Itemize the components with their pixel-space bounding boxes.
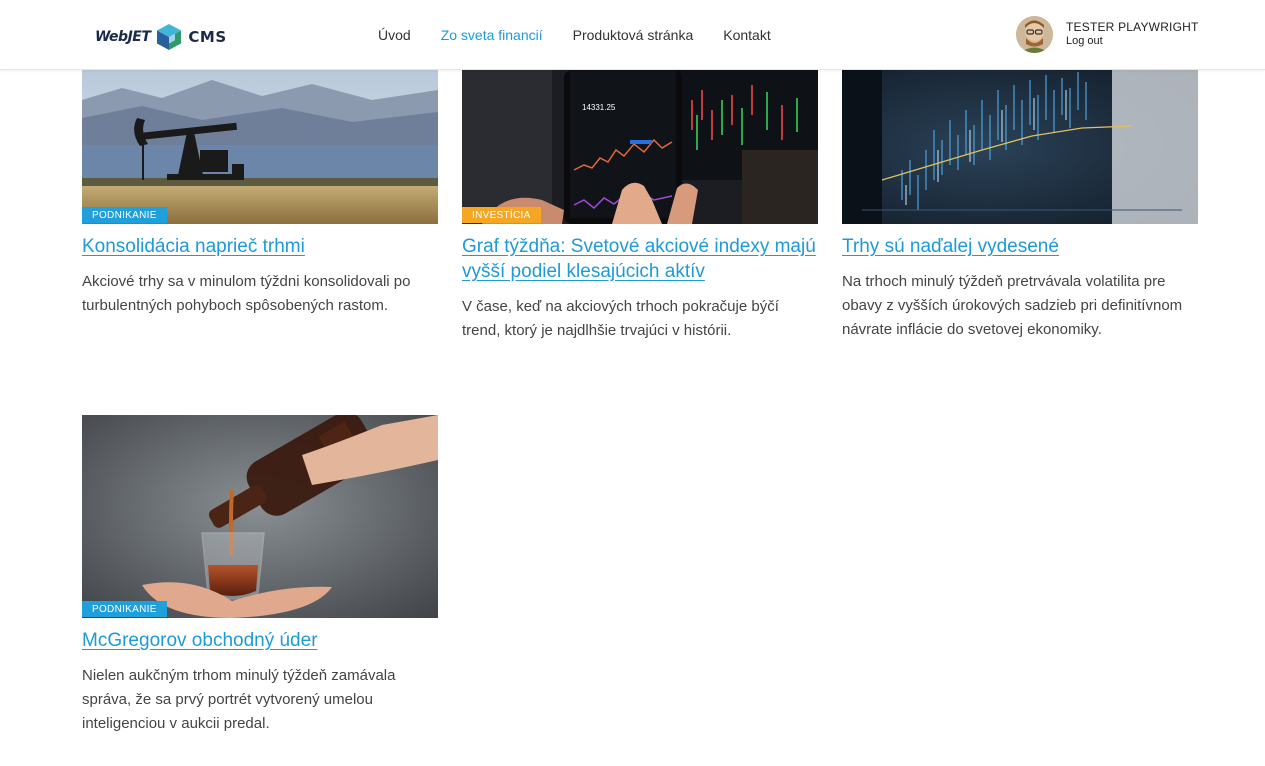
avatar[interactable] [1016, 16, 1053, 53]
nav-item-kontakt[interactable]: Kontakt [723, 26, 770, 44]
article-card: Trhy sú naďalej vydesené Na trhoch minul… [842, 70, 1198, 342]
site-logo[interactable]: WebJET CMS [95, 22, 227, 52]
article-title-link[interactable]: Trhy sú naďalej vydesené [842, 236, 1059, 257]
article-image-phone-chart[interactable]: 14331.25 INVESTÍCIA [462, 70, 818, 224]
article-image-whiskey[interactable]: PODNIKANIE [82, 415, 438, 618]
article-card: PODNIKANIE Konsolidácia naprieč trhmi Ak… [82, 70, 438, 318]
article-title: Graf týždňa: Svetové akciové indexy majú… [462, 234, 818, 284]
article-perex: V čase, keď na akciových trhoch pokračuj… [462, 298, 779, 339]
article-perex: Nielen aukčným trhom minulý týždeň zamáv… [82, 667, 396, 732]
nav-item-zo-sveta-financii[interactable]: Zo sveta financií [441, 26, 543, 44]
article-perex: Na trhoch minulý týždeň pretrvávala vola… [842, 273, 1183, 338]
article-title: Trhy sú naďalej vydesené [842, 234, 1198, 259]
logo-text-left: WebJET [95, 29, 151, 45]
user-name: TESTER PLAYWRIGHT [1066, 19, 1199, 34]
article-title-link[interactable]: McGregorov obchodný úder [82, 630, 318, 651]
category-badge: INVESTÍCIA [462, 207, 541, 223]
article-title-link[interactable]: Konsolidácia naprieč trhmi [82, 236, 305, 257]
article-title: McGregorov obchodný úder [82, 628, 438, 653]
article-title-link[interactable]: Graf týždňa: Svetové akciové indexy majú… [462, 236, 816, 282]
site-header: WebJET CMS Úvod Zo sveta financií Produk… [0, 0, 1265, 70]
article-card: PODNIKANIE McGregorov obchodný úder Niel… [82, 415, 438, 736]
logo-text-right: CMS [188, 28, 227, 46]
logout-link[interactable]: Log out [1066, 34, 1199, 49]
main-nav: Úvod Zo sveta financií Produktová stránk… [378, 26, 801, 44]
article-perex: Akciové trhy sa v minulom týždni konsoli… [82, 273, 411, 314]
user-panel: TESTER PLAYWRIGHT Log out [1016, 16, 1199, 53]
category-badge: PODNIKANIE [82, 601, 167, 617]
logo-cube-icon [157, 24, 182, 50]
article-image-candlestick[interactable] [842, 70, 1198, 224]
article-image-oil-pump[interactable]: PODNIKANIE [82, 70, 438, 224]
category-badge: PODNIKANIE [82, 207, 167, 223]
article-card: 14331.25 INVESTÍCIA Graf týždňa: Svetové… [462, 70, 818, 343]
nav-item-produktova-stranka[interactable]: Produktová stránka [573, 26, 694, 44]
article-title: Konsolidácia naprieč trhmi [82, 234, 438, 259]
nav-item-uvod[interactable]: Úvod [378, 26, 411, 44]
user-avatar-icon [1016, 16, 1053, 53]
phone-value: 14331.25 [582, 103, 616, 112]
